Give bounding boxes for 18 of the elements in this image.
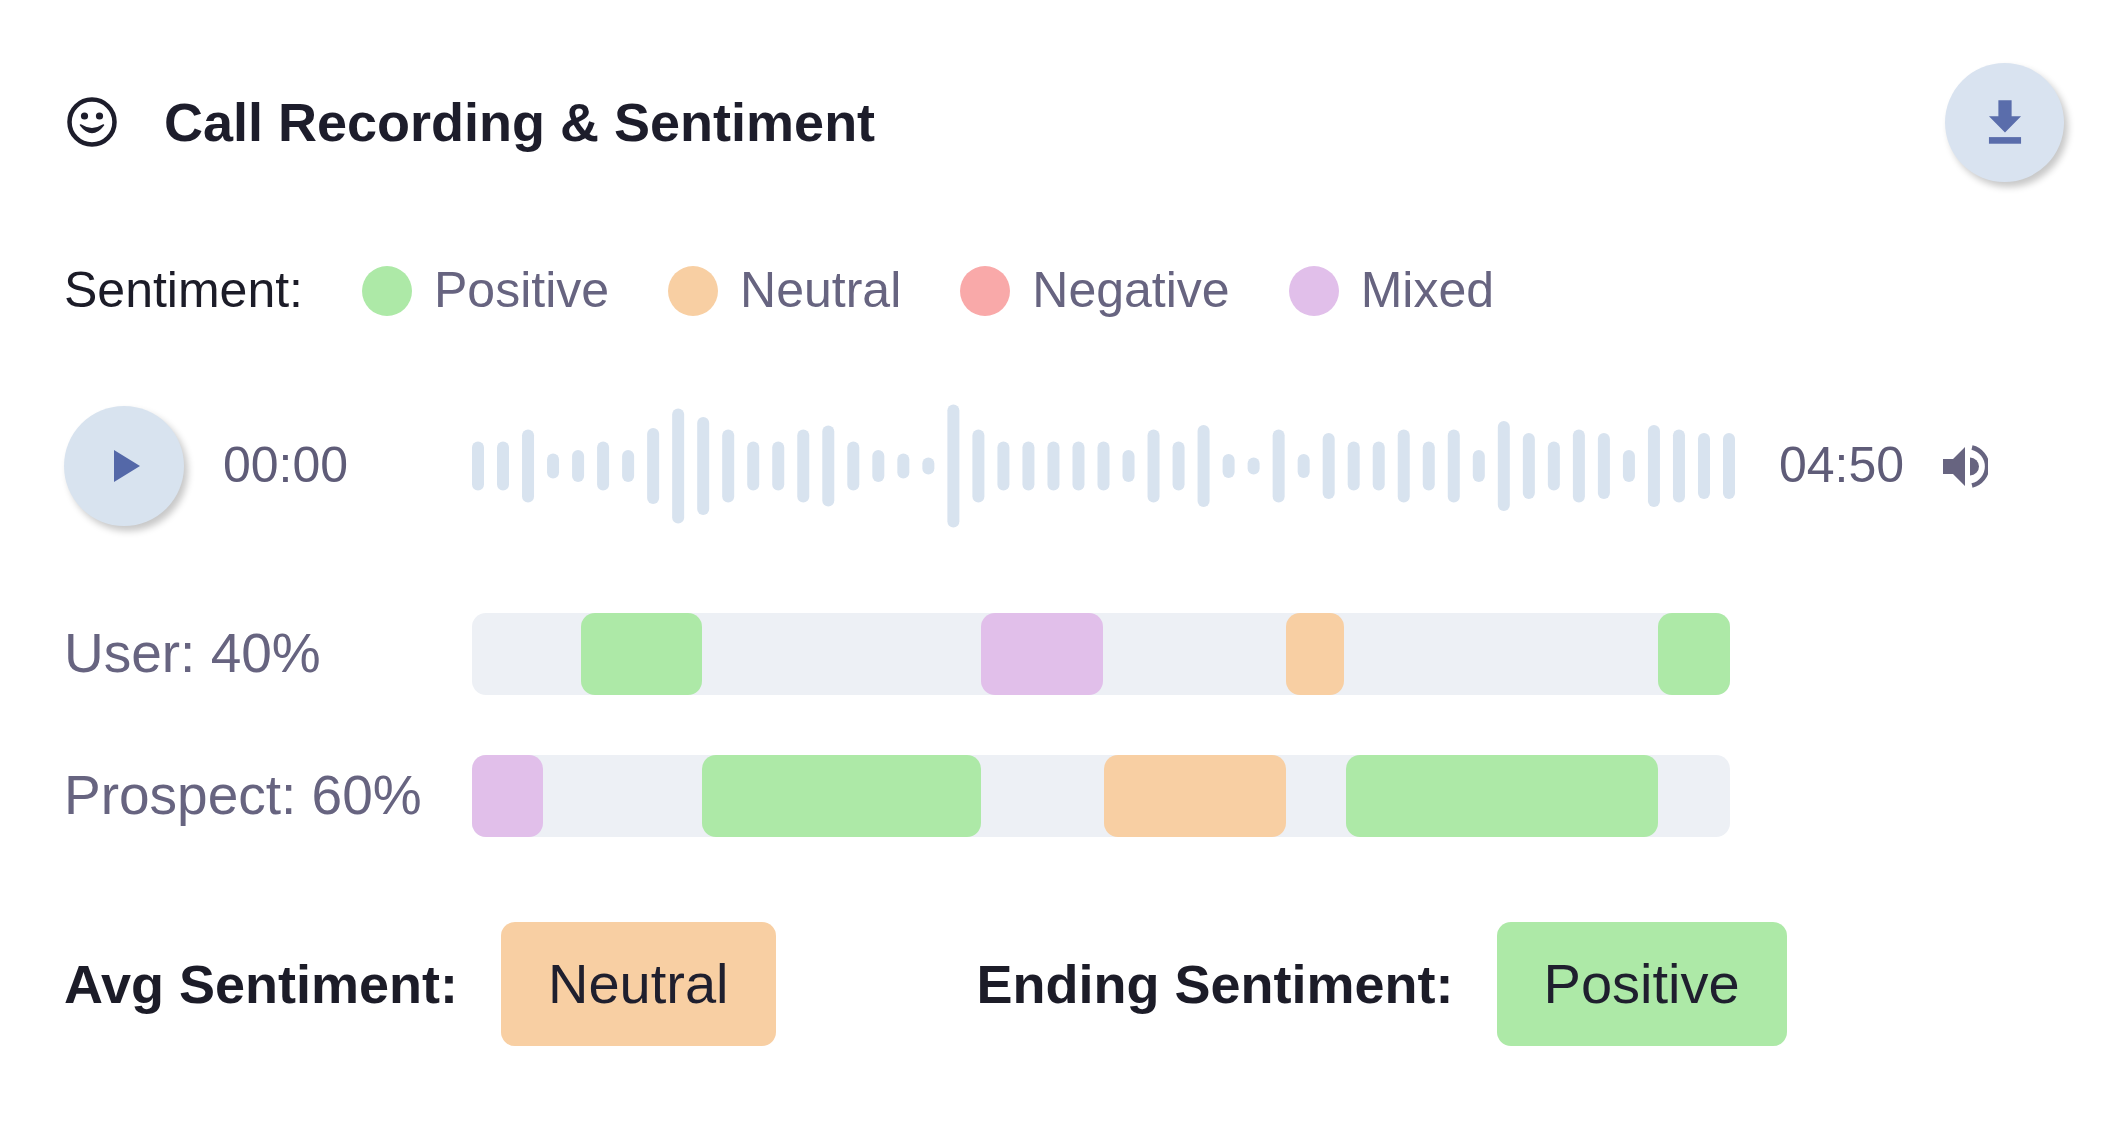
- legend-label: Mixed: [1360, 262, 1494, 320]
- summary-label: Ending Sentiment:: [976, 952, 1454, 1016]
- legend-label: Positive: [434, 262, 610, 320]
- card-title: Call Recording & Sentiment: [164, 90, 876, 154]
- sentiment-badge: Neutral: [501, 922, 776, 1046]
- play-icon: [114, 450, 140, 482]
- summary-label: Avg Sentiment:: [64, 952, 459, 1016]
- speaker-label: User: 40%: [64, 622, 322, 686]
- legend-label: Negative: [1032, 262, 1230, 320]
- duration-time: 04:50: [1779, 437, 1905, 495]
- speaker-label: Prospect: 60%: [64, 764, 423, 828]
- legend-label: Sentiment:: [64, 262, 303, 320]
- sentiment-badge: Positive: [1496, 922, 1787, 1046]
- smiley-icon: [67, 97, 117, 147]
- download-icon: [1987, 100, 2022, 144]
- volume-icon[interactable]: [1943, 443, 1989, 489]
- current-time: 00:00: [223, 437, 349, 495]
- legend-label: Neutral: [740, 262, 902, 320]
